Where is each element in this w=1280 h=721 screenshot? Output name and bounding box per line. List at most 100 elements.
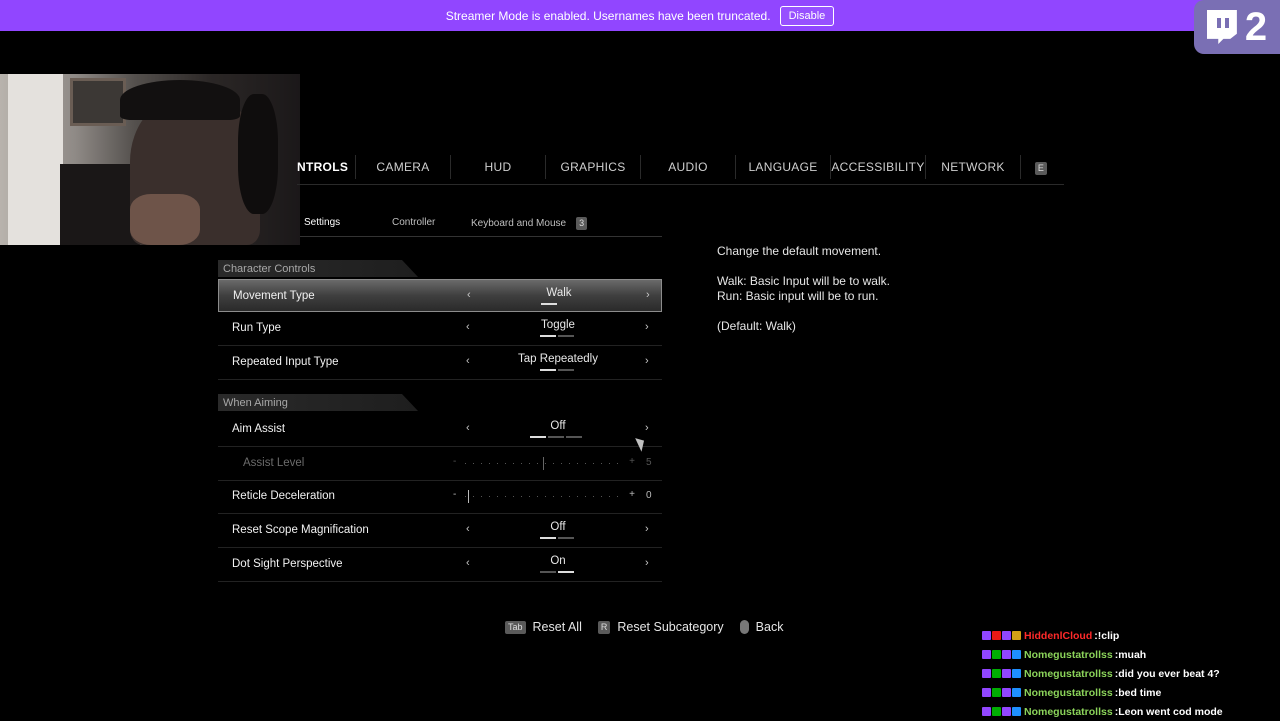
chat-username: Nomegustatrollss	[1024, 648, 1113, 661]
row-aim-assist[interactable]: Aim Assist ‹ Off ›	[218, 413, 662, 447]
option-pips	[540, 537, 574, 539]
row-label: Dot Sight Perspective	[232, 558, 343, 570]
left-arrow-icon[interactable]: ‹	[466, 422, 470, 434]
tab-hud[interactable]: HUD	[451, 155, 546, 179]
subtabs: Settings Controller Keyboard and Mouse 3	[300, 212, 662, 237]
chat-overlay: HiddenlCloud : !clip Nomegustatrollss : …	[982, 626, 1280, 721]
row-assist-level: Assist Level - + 5	[218, 447, 662, 481]
subtab-keyboard-mouse-label: Keyboard and Mouse	[471, 218, 567, 229]
tab-network[interactable]: NETWORK	[926, 155, 1021, 179]
reset-all-button[interactable]: Tab Reset All	[505, 620, 582, 634]
description-line: (Default: Walk)	[717, 319, 796, 333]
r-key-icon: R	[597, 620, 611, 634]
tab-accessibility[interactable]: ACCESSIBILITY	[831, 155, 926, 179]
right-arrow-icon[interactable]: ›	[646, 289, 650, 301]
row-dot-sight-perspective[interactable]: Dot Sight Perspective ‹ On ›	[218, 548, 662, 582]
webcam-hand	[130, 194, 200, 245]
row-run-type[interactable]: Run Type ‹ Toggle ›	[218, 312, 662, 346]
row-value: Off	[550, 521, 566, 533]
description-line: Run: Basic input will be to run.	[717, 289, 879, 303]
right-arrow-icon[interactable]: ›	[645, 523, 649, 535]
description-line: Change the default movement.	[717, 244, 882, 258]
webcam-cap	[120, 80, 240, 120]
disable-button[interactable]: Disable	[779, 5, 835, 26]
banner-text: Streamer Mode is enabled. Usernames have…	[445, 8, 771, 23]
left-arrow-icon[interactable]: ‹	[466, 523, 470, 535]
slider-max: +	[629, 456, 635, 467]
subtab-keyboard-mouse[interactable]: Keyboard and Mouse 3	[471, 217, 588, 230]
slider-knob	[543, 457, 544, 470]
left-arrow-icon[interactable]: ‹	[466, 321, 470, 333]
left-arrow-icon[interactable]: ‹	[467, 289, 471, 301]
reticle-deceleration-slider[interactable]: - +	[453, 489, 635, 503]
section-title: Character Controls	[223, 263, 316, 275]
section-character-controls: Character Controls	[218, 260, 662, 277]
settings-tabs: NTROLS CAMERA HUD GRAPHICS AUDIO LANGUAG…	[297, 150, 1064, 185]
section-when-aiming: When Aiming	[218, 394, 662, 411]
option-pips	[540, 369, 574, 371]
row-label: Reset Scope Magnification	[232, 524, 369, 536]
row-label: Aim Assist	[232, 423, 286, 435]
subtab-settings[interactable]: Settings	[304, 217, 340, 228]
row-movement-type[interactable]: Movement Type ‹ Walk ›	[218, 279, 662, 312]
row-reset-scope-magnification[interactable]: Reset Scope Magnification ‹ Off ›	[218, 514, 662, 548]
back-button[interactable]: Back	[739, 620, 784, 634]
webcam-headphone	[238, 94, 278, 214]
chat-text: muah	[1118, 648, 1147, 661]
tab-camera[interactable]: CAMERA	[356, 155, 451, 179]
option-pips	[530, 436, 582, 438]
right-arrow-icon[interactable]: ›	[645, 321, 649, 333]
reset-subcategory-button[interactable]: R Reset Subcategory	[597, 620, 724, 634]
tab-graphics[interactable]: GRAPHICS	[546, 155, 641, 179]
chat-message: Nomegustatrollss : bed time	[982, 683, 1280, 702]
option-pips	[540, 335, 574, 337]
tab-next-key[interactable]: E	[1021, 155, 1061, 179]
right-arrow-icon[interactable]: ›	[645, 355, 649, 367]
chat-message: Nomegustatrollss : did you ever beat 4?	[982, 664, 1280, 683]
reset-subcategory-label: Reset Subcategory	[617, 620, 724, 634]
row-label: Reticle Deceleration	[232, 490, 335, 502]
chat-badges-icon	[982, 631, 1021, 640]
subtab-controller[interactable]: Controller	[392, 217, 435, 228]
slider-track	[465, 463, 623, 464]
chat-username: HiddenlCloud	[1024, 629, 1093, 642]
assist-level-slider: - +	[453, 456, 635, 470]
option-pips	[540, 571, 574, 573]
streamer-mode-banner: Streamer Mode is enabled. Usernames have…	[0, 0, 1280, 31]
row-value: Off	[550, 420, 566, 432]
left-arrow-icon[interactable]: ‹	[466, 355, 470, 367]
slider-value: 0	[646, 490, 652, 501]
chat-message: Nomegustatrollss : muah	[982, 645, 1280, 664]
chat-text: did you ever beat 4?	[1118, 667, 1220, 680]
description-line: Walk: Basic Input will be to walk.	[717, 274, 890, 288]
chat-username: Nomegustatrollss	[1024, 705, 1113, 718]
row-value: On	[550, 555, 566, 567]
row-value: Tap Repeatedly	[518, 353, 598, 365]
chat-username: Nomegustatrollss	[1024, 686, 1113, 699]
row-reticle-deceleration[interactable]: Reticle Deceleration - + 0	[218, 480, 662, 514]
row-label: Repeated Input Type	[232, 356, 339, 368]
badge-number: 2	[1244, 5, 1268, 49]
chat-text: Leon went cod mode	[1118, 705, 1223, 718]
webcam-chair	[60, 164, 140, 245]
tab-language[interactable]: LANGUAGE	[736, 155, 831, 179]
section-title: When Aiming	[223, 397, 288, 409]
slider-min: -	[453, 489, 457, 500]
left-arrow-icon[interactable]: ‹	[466, 557, 470, 569]
right-arrow-icon[interactable]: ›	[645, 422, 649, 434]
chat-text: bed time	[1118, 686, 1162, 699]
twitch-badge: 2	[1194, 0, 1280, 54]
next-tab-keycap: E	[1034, 162, 1048, 175]
tab-controls[interactable]: NTROLS	[297, 155, 356, 179]
footer-actions: Tab Reset All R Reset Subcategory Back	[505, 620, 791, 634]
row-label: Assist Level	[243, 457, 305, 469]
chat-badges-icon	[982, 669, 1021, 678]
tab-audio[interactable]: AUDIO	[641, 155, 736, 179]
row-repeated-input-type[interactable]: Repeated Input Type ‹ Tap Repeatedly ›	[218, 346, 662, 380]
right-arrow-icon[interactable]: ›	[645, 557, 649, 569]
back-label: Back	[755, 620, 784, 634]
twitch-icon	[1206, 10, 1237, 44]
slider-track	[465, 496, 623, 497]
slider-knob[interactable]	[468, 490, 469, 503]
webcam-picture-frame	[70, 78, 126, 126]
